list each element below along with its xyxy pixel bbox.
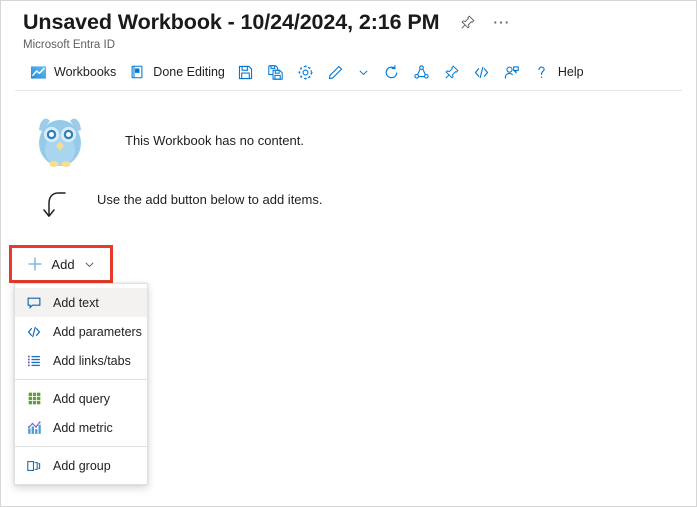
edit-pencil-icon (327, 63, 345, 81)
plus-icon (25, 254, 45, 274)
text-comment-icon (25, 294, 43, 312)
add-dropdown-menu: Add text Add parameters Add links/tabs A… (14, 283, 148, 485)
toolbar-button-settings[interactable] (291, 57, 321, 87)
toolbar-button-refresh[interactable] (377, 57, 407, 87)
toolbar-button-pin[interactable] (437, 57, 467, 87)
toolbar-label: Done Editing (153, 65, 225, 79)
question-mark-icon (533, 63, 551, 81)
share-icon (413, 63, 431, 81)
menu-item-add-parameters[interactable]: Add parameters (15, 317, 147, 346)
chevron-down-icon (355, 63, 373, 81)
group-panels-icon (25, 457, 43, 475)
add-user-icon (503, 63, 521, 81)
toolbar: Workbooks Done Editing Help (1, 53, 696, 91)
menu-item-add-query[interactable]: Add query (15, 384, 147, 413)
toolbar-button-add-user[interactable] (497, 57, 527, 87)
gear-icon (297, 63, 315, 81)
menu-item-label: Add text (53, 295, 99, 310)
menu-item-label: Add query (53, 391, 110, 406)
hint-row: Use the add button below to add items. (31, 183, 696, 227)
menu-item-label: Add parameters (53, 324, 142, 339)
toolbar-label: Workbooks (54, 65, 117, 79)
curved-down-arrow-icon (35, 185, 75, 225)
save-icon (237, 63, 255, 81)
add-button[interactable]: Add (12, 248, 110, 280)
menu-item-add-links-tabs[interactable]: Add links/tabs (15, 346, 147, 375)
done-editing-icon (128, 63, 146, 81)
title-row: Unsaved Workbook - 10/24/2024, 2:16 PM ⋯ (23, 10, 696, 35)
menu-separator (15, 379, 147, 380)
workbook-window: Unsaved Workbook - 10/24/2024, 2:16 PM ⋯… (0, 0, 697, 507)
toolbar-button-workbooks[interactable]: Workbooks (23, 57, 122, 87)
toolbar-button-save[interactable] (231, 57, 261, 87)
chevron-down-icon (83, 257, 97, 271)
page-title: Unsaved Workbook - 10/24/2024, 2:16 PM (23, 10, 440, 34)
metric-chart-icon (25, 419, 43, 437)
code-brackets-icon (25, 323, 43, 341)
refresh-icon (383, 63, 401, 81)
toolbar-label: Help (557, 65, 584, 79)
add-button-label: Add (51, 256, 75, 272)
pin-icon (443, 63, 461, 81)
pin-icon[interactable] (457, 13, 477, 33)
toolbar-button-share[interactable] (407, 57, 437, 87)
menu-item-add-text[interactable]: Add text (15, 288, 147, 317)
save-as-icon (267, 63, 285, 81)
hint-message: Use the add button below to add items. (97, 191, 323, 207)
ellipsis-icon[interactable]: ⋯ (491, 13, 511, 33)
workbooks-chart-icon (29, 63, 47, 81)
owl-illustration-icon (33, 112, 87, 168)
code-brackets-icon (473, 63, 491, 81)
page-header: Unsaved Workbook - 10/24/2024, 2:16 PM ⋯… (1, 1, 696, 53)
toolbar-button-help[interactable]: Help (527, 57, 590, 87)
add-button-highlight: Add (9, 245, 113, 283)
toolbar-button-code[interactable] (467, 57, 497, 87)
toolbar-button-edit-dropdown[interactable] (351, 57, 377, 87)
page-subtitle: Microsoft Entra ID (23, 38, 116, 51)
title-actions: ⋯ (457, 13, 511, 33)
toolbar-button-edit[interactable] (321, 57, 351, 87)
menu-item-label: Add group (53, 458, 111, 473)
query-grid-icon (25, 390, 43, 408)
menu-item-label: Add metric (53, 420, 113, 435)
menu-item-add-group[interactable]: Add group (15, 451, 147, 480)
empty-state-row: This Workbook has no content. (31, 107, 696, 173)
empty-state-message: This Workbook has no content. (125, 132, 304, 148)
content-area: This Workbook has no content. Use the ad… (1, 91, 696, 227)
menu-separator (15, 446, 147, 447)
toolbar-button-done-editing[interactable]: Done Editing (122, 57, 231, 87)
links-tabs-list-icon (25, 352, 43, 370)
menu-item-label: Add links/tabs (53, 353, 131, 368)
menu-item-add-metric[interactable]: Add metric (15, 413, 147, 442)
toolbar-button-save-as[interactable] (261, 57, 291, 87)
